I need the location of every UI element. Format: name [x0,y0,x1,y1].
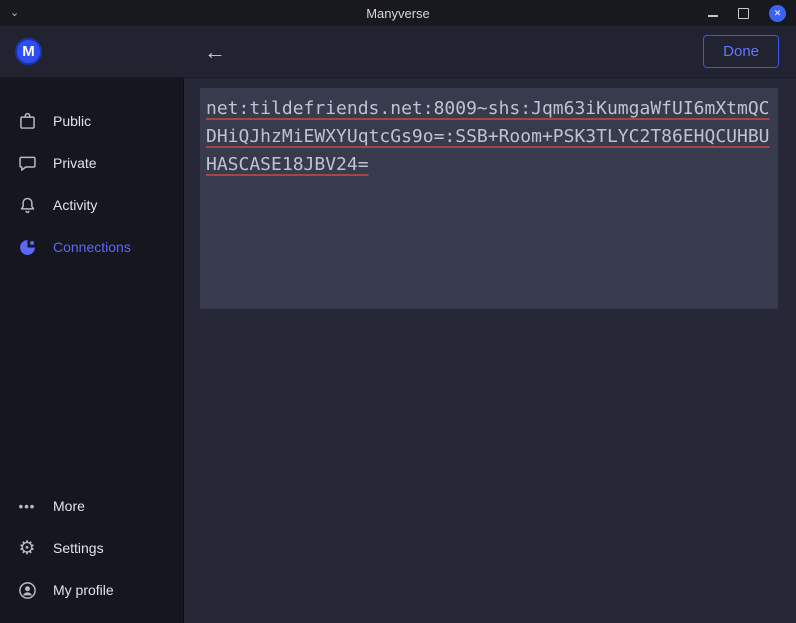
private-icon [16,152,38,174]
more-dots-icon: ••• [16,495,38,517]
logo-area: M [0,38,184,65]
body: Public Private Activity [0,78,796,623]
sidebar-item-my-profile[interactable]: My profile [0,569,183,611]
sidebar-bottom: ••• More ⚙ Settings My profile [0,485,183,623]
titlebar: ⌄ Manyverse ✕ [0,0,796,26]
sidebar-item-label: Settings [53,540,104,556]
sidebar-item-connections[interactable]: Connections [0,226,183,268]
sidebar: Public Private Activity [0,78,184,623]
window-controls: ✕ [708,5,786,22]
profile-icon [16,579,38,601]
app-topbar: M ← Done [0,26,796,78]
done-button[interactable]: Done [703,35,779,68]
close-icon[interactable]: ✕ [769,5,786,22]
connections-icon [16,236,38,258]
sidebar-item-public[interactable]: Public [0,100,183,142]
sidebar-item-activity[interactable]: Activity [0,184,183,226]
manyverse-logo-icon: M [15,38,42,65]
sidebar-item-private[interactable]: Private [0,142,183,184]
sidebar-item-label: More [53,498,85,514]
chevron-down-icon[interactable]: ⌄ [10,8,19,19]
sidebar-item-label: Connections [53,239,131,255]
sidebar-item-label: Activity [53,197,97,213]
back-arrow-icon[interactable]: ← [204,41,226,63]
sidebar-item-more[interactable]: ••• More [0,485,183,527]
window-title: Manyverse [0,6,796,21]
manyverse-window: ⌄ Manyverse ✕ M ← Done Public [0,0,796,623]
public-icon [16,110,38,132]
invite-code-input[interactable]: net:tildefriends.net:8009~shs:Jqm63iKumg… [200,88,778,309]
sidebar-item-label: Private [53,155,97,171]
restore-icon[interactable] [738,8,749,19]
sidebar-item-label: My profile [53,582,114,598]
gear-icon: ⚙ [16,537,38,559]
minimize-icon[interactable] [708,15,718,17]
invite-code-text: net:tildefriends.net:8009~shs:Jqm63iKumg… [206,98,770,175]
sidebar-item-settings[interactable]: ⚙ Settings [0,527,183,569]
activity-bell-icon [16,194,38,216]
sidebar-spacer [0,268,183,485]
sidebar-item-label: Public [53,113,91,129]
main-content: net:tildefriends.net:8009~shs:Jqm63iKumg… [184,78,796,623]
